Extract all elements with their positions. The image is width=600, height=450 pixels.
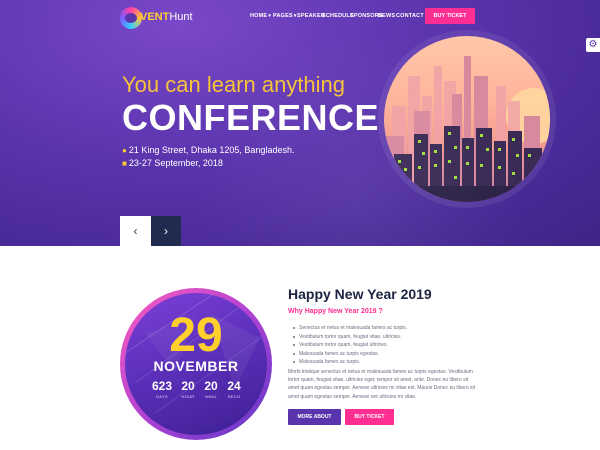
countdown-label: HOUR (181, 394, 195, 399)
countdown-minutes: 20 MINU (199, 379, 223, 400)
countdown-day: 29 (169, 309, 223, 362)
buy-ticket-button[interactable]: BUY TICKET (425, 8, 475, 24)
chevron-left-icon: ‹ (133, 224, 138, 238)
dates-text: 23-27 September, 2018 (128, 158, 223, 168)
countdown-hours: 20 HOUR (176, 379, 200, 400)
city-skyline-image (384, 56, 550, 202)
nav-item-contact[interactable]: CONTACT (396, 13, 424, 19)
section-subheading: Why Happy New Year 2019 ? (288, 308, 383, 315)
logo-suffix: Hunt (169, 11, 193, 23)
countdown-label: DAYS (156, 394, 168, 399)
chevron-down-icon: ▾ (293, 13, 297, 19)
logo[interactable]: VENTHunt (120, 7, 193, 29)
gear-icon: ⚙ (588, 39, 598, 50)
city-illustration (384, 36, 550, 202)
address-text: 21 King Street, Dhaka 1205, Bangladesh. (128, 145, 295, 155)
year-digit: 9 (451, 97, 472, 138)
nav-item-sponsors[interactable]: SPONSORS (350, 13, 383, 19)
section-heading: Happy New Year 2019 (288, 286, 432, 302)
about-paragraph: Morbi tristique senectus et netus et mal… (288, 369, 476, 400)
year-digit: 2 (389, 97, 411, 138)
more-about-button[interactable]: MORE ABOUT (288, 409, 341, 425)
logo-text: VENTHunt (140, 11, 193, 23)
nav-item-news[interactable]: NEWS (378, 13, 395, 19)
nav-item-home[interactable]: HOME▾ (250, 13, 271, 19)
chevron-right-icon: › (164, 224, 168, 238)
countdown-value: 20 (181, 379, 195, 393)
hero-year: 2019 (390, 97, 472, 138)
hero-title: CONFERENCE 2019 (122, 97, 472, 139)
page: VENTHunt HOME▾ PAGES▾ SPEAKER SCHEDULE S… (0, 0, 600, 450)
nav-label: HOME (250, 13, 268, 19)
countdown-value: 24 (227, 379, 241, 393)
settings-toggle[interactable]: ⚙ (586, 38, 600, 52)
slider-next-button[interactable]: › (151, 216, 181, 246)
list-item: Malesuada fames ac turpis egestas. (292, 350, 407, 359)
slider-prev-button[interactable]: ‹ (120, 216, 151, 246)
city-frame (378, 30, 556, 208)
logo-mark-icon (120, 7, 142, 29)
countdown-label: MINU (205, 394, 217, 399)
countdown-seconds: 24 SECO (222, 379, 246, 400)
nav-label: PAGES (273, 13, 293, 19)
countdown-value: 20 (204, 379, 218, 393)
hero-address: ● 21 King Street, Dhaka 1205, Bangladesh. (122, 145, 294, 155)
feature-list: Senectus et netus et malesuada fames ac … (292, 324, 407, 367)
nav-item-pages[interactable]: PAGES▾ (273, 13, 297, 19)
nav-item-schedule[interactable]: SCHEDULE (322, 13, 354, 19)
list-item: Malesuada fames ac turpis. (292, 358, 407, 367)
countdown-value: 623 (151, 379, 173, 393)
year-digit: 1 (430, 97, 452, 138)
calendar-icon: ■ (122, 159, 127, 168)
hero-tagline: You can learn anything (122, 72, 346, 97)
hero-title-word: CONFERENCE (122, 97, 380, 138)
countdown-month: NOVEMBER (153, 358, 239, 374)
logo-prefix: VENT (140, 11, 170, 23)
countdown-label: SECO (227, 394, 241, 399)
map-marker-icon: ● (122, 146, 127, 155)
list-item: Senectus et netus et malesuada fames ac … (292, 324, 407, 333)
buy-ticket-button-secondary[interactable]: BUY TICKET (345, 409, 394, 425)
chevron-down-icon: ▾ (268, 13, 272, 19)
nav-item-speaker[interactable]: SPEAKER (297, 13, 325, 19)
list-item: Vestibulum tortor quam, feugiat ultricie… (292, 341, 407, 350)
countdown-days: 623 DAYS (150, 379, 174, 400)
hero-banner: VENTHunt HOME▾ PAGES▾ SPEAKER SCHEDULE S… (0, 0, 600, 246)
list-item: Vestibulum tortor quam, feugiat vitae, u… (292, 333, 407, 342)
hero-dates: ■ 23-27 September, 2018 (122, 158, 223, 168)
year-digit: 0 (410, 97, 431, 138)
